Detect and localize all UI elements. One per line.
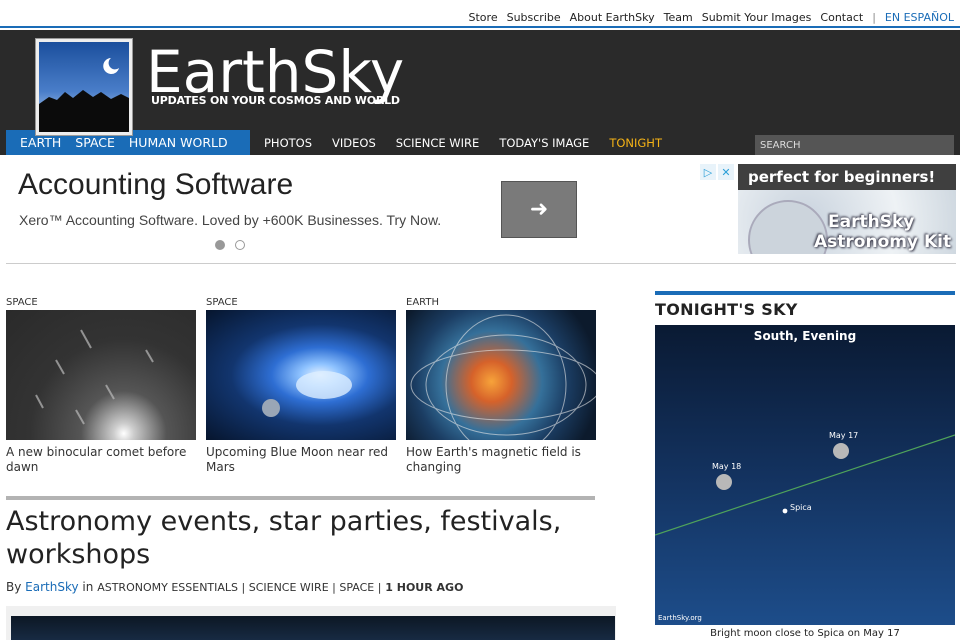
site-logo[interactable] <box>35 38 133 136</box>
ad-pagination <box>215 240 245 250</box>
sky-chart[interactable]: South, Evening May 17 May 18 Spica Earth… <box>655 325 955 625</box>
ad-title[interactable]: Accounting Software <box>18 168 293 202</box>
marker-label-may18: May 18 <box>712 462 742 471</box>
story-image-comet[interactable] <box>6 310 196 440</box>
ad-dot-2[interactable] <box>235 240 245 250</box>
nav-secondary: PHOTOS VIDEOS SCIENCE WIRE TODAY'S IMAGE… <box>264 130 682 155</box>
nav-todays-image[interactable]: TODAY'S IMAGE <box>499 136 589 150</box>
story-category[interactable]: SPACE <box>6 297 196 308</box>
utility-link-submit-images[interactable]: Submit Your Images <box>702 11 812 24</box>
story-title[interactable]: A new binocular comet before dawn <box>6 445 196 475</box>
byline-by: By <box>6 580 22 594</box>
nav-earth[interactable]: EARTH <box>20 135 61 150</box>
brand-tagline: UPDATES ON YOUR COSMOS AND WORLD <box>151 94 400 107</box>
story-image-magnetic-field[interactable] <box>406 310 602 456</box>
story-title[interactable]: How Earth's magnetic field is changing <box>406 445 596 475</box>
story-category[interactable]: EARTH <box>406 297 596 308</box>
nav-space[interactable]: SPACE <box>75 135 115 150</box>
utility-link-contact[interactable]: Contact <box>820 11 863 24</box>
byline-time: 1 HOUR AGO <box>385 581 464 594</box>
tonight-heading[interactable]: TONIGHT'S SKY <box>655 300 955 319</box>
sky-caption[interactable]: Bright moon close to Spica on May 17 <box>655 628 955 639</box>
utility-link-team[interactable]: Team <box>664 11 693 24</box>
moon-may18-marker <box>716 474 732 490</box>
marker-label-spica: Spica <box>790 503 812 512</box>
sky-credit: EarthSky.org <box>658 614 702 622</box>
story-title[interactable]: Upcoming Blue Moon near red Mars <box>206 445 396 475</box>
byline-author[interactable]: EarthSky <box>25 580 78 594</box>
story-category[interactable]: SPACE <box>206 297 396 308</box>
nav-photos[interactable]: PHOTOS <box>264 136 312 150</box>
main-nav: EARTH SPACE HUMAN WORLD PHOTOS VIDEOS SC… <box>0 130 960 155</box>
utility-link-subscribe[interactable]: Subscribe <box>507 11 561 24</box>
mountain-moon-icon <box>39 58 129 132</box>
nav-science-wire[interactable]: SCIENCE WIRE <box>396 136 480 150</box>
byline-categories[interactable]: ASTRONOMY ESSENTIALS | SCIENCE WIRE | SP… <box>97 581 381 594</box>
kit-title-line1: EarthSky <box>828 212 915 232</box>
ad-next-button[interactable]: ➜ <box>501 181 577 238</box>
spica-star-marker <box>782 508 788 514</box>
story-card-3[interactable]: EARTH How Earth's magnetic field is chan… <box>406 297 602 475</box>
nav-human-world[interactable]: HUMAN WORLD <box>129 135 228 150</box>
logo-image <box>39 42 129 132</box>
search-input[interactable] <box>755 135 954 155</box>
nav-tonight[interactable]: TONIGHT <box>609 136 662 150</box>
ad-choices[interactable]: ▷ ✕ <box>700 164 736 180</box>
marker-label-may17: May 17 <box>829 431 859 440</box>
nav-videos[interactable]: VIDEOS <box>332 136 376 150</box>
tonight-accent-bar <box>655 291 955 295</box>
article-headline[interactable]: Astronomy events, star parties, festival… <box>6 505 606 571</box>
arrow-right-icon: ➜ <box>529 197 549 222</box>
utility-divider: | <box>872 11 876 24</box>
utility-bar: Store Subscribe About EarthSky Team Subm… <box>0 0 960 28</box>
utility-links: Store Subscribe About EarthSky Team Subm… <box>460 11 954 24</box>
story-image-blue-moon[interactable] <box>206 310 396 440</box>
byline-in: in <box>82 580 94 594</box>
ad-banner[interactable]: Accounting Software Xero™ Accounting Sof… <box>6 156 956 264</box>
kit-title-line2: Astronomy Kit <box>814 232 952 252</box>
ad-description[interactable]: Xero™ Accounting Software. Loved by +600… <box>19 212 441 228</box>
article-byline: By EarthSky in ASTRONOMY ESSENTIALS | SC… <box>6 580 463 594</box>
language-link[interactable]: EN ESPAÑOL <box>885 11 954 24</box>
utility-link-about[interactable]: About EarthSky <box>570 11 655 24</box>
story-card-2[interactable]: SPACE Upcoming Blue Moon near red Mars <box>206 297 396 475</box>
ecliptic-line <box>655 434 955 536</box>
utility-link-store[interactable]: Store <box>469 11 498 24</box>
ad-choices-icon: ▷ <box>700 164 716 180</box>
ad-dot-1[interactable] <box>215 240 225 250</box>
comet-streaks <box>35 329 154 425</box>
kit-tagline: perfect for beginners! <box>738 164 956 190</box>
astronomy-kit-ad[interactable]: perfect for beginners! EarthSky Astronom… <box>738 164 956 254</box>
ad-close-icon[interactable]: ✕ <box>718 164 734 180</box>
moon-mars-art <box>262 371 352 417</box>
earth-field-lines <box>410 314 602 456</box>
article-image[interactable] <box>11 616 615 640</box>
tonight-panel: TONIGHT'S SKY South, Evening May 17 May … <box>655 291 955 639</box>
article-image-frame <box>6 606 616 640</box>
site-header: EarthSky UPDATES ON YOUR COSMOS AND WORL… <box>0 30 960 136</box>
moon-may17-marker <box>833 443 849 459</box>
story-card-1[interactable]: SPACE A new binocular comet before dawn <box>6 297 196 475</box>
sky-chart-graphic <box>655 434 955 536</box>
section-divider <box>6 496 595 500</box>
